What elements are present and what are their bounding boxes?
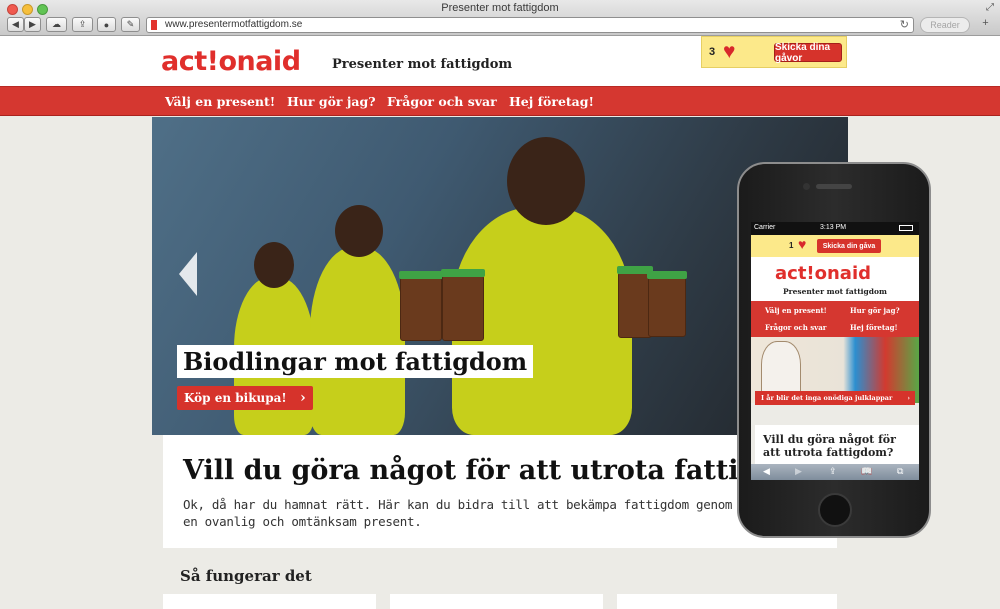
gift-cart: 3 ♥ Skicka dina gåvor (701, 36, 847, 68)
mobile-nav: Välj en present! Hur gör jag? Frågor och… (751, 301, 919, 337)
carrier-label: Carrier (754, 224, 776, 231)
site-header: act!onaid Presenter mot fattigdom 3 ♥ Sk… (0, 36, 1000, 86)
browser-toolbar: Presenter mot fattigdom ⤢ ◀ ▶ ☁ ⇪ ● ✎ ww… (0, 0, 1000, 36)
cart-count: 3 (709, 46, 716, 58)
intro-text: Ok, då har du hamnat rätt. Här kan du bi… (183, 497, 819, 529)
tools-button[interactable]: ✎ (121, 17, 140, 32)
honey-jar (647, 271, 687, 337)
step-card (163, 594, 376, 609)
step-card (390, 594, 603, 609)
nav-how-it-works[interactable]: Hur gör jag? (287, 94, 376, 109)
forward-button[interactable]: ▶ (24, 17, 41, 32)
nav-business[interactable]: Hej företag! (509, 94, 594, 109)
speaker-grille (816, 184, 852, 189)
phone-screen: Carrier 3:13 PM 1 ♥ Skicka din gåva act!… (751, 222, 919, 480)
share-icon: ⇪ (78, 19, 87, 29)
actionaid-logo[interactable]: act!onaid (161, 46, 301, 77)
intro-section: Vill du göra något för att utrota fattig… (163, 435, 839, 548)
mobile-page-heading: Vill du göra något för att utrota fattig… (763, 433, 896, 459)
top-sites-button[interactable]: ● (97, 17, 116, 32)
how-it-works-heading: Så fungerar det (180, 567, 312, 585)
buy-beehive-button[interactable]: Köp en bikupa! › (177, 386, 313, 410)
share-button[interactable]: ⇪ (72, 17, 93, 32)
mobile-intro-section: Vill du göra något för att utrota fattig… (755, 425, 919, 465)
mobile-safari-toolbar: ◀ ▶ ⇪ 📖 ⧉ (751, 464, 919, 480)
clock-label: 3:13 PM (820, 224, 847, 231)
heart-icon: ♥ (723, 40, 736, 63)
honey-jar (617, 266, 653, 338)
mobile-tagline: Presenter mot fattigdom (783, 287, 887, 296)
mobile-forward-icon[interactable]: ▶ (795, 466, 802, 477)
mobile-header: act!onaid Presenter mot fattigdom (751, 257, 919, 301)
mobile-cart-count: 1 (789, 241, 794, 250)
hero-person-head (254, 242, 294, 288)
mobile-hero: I år blir det inga onödiga julklappar › (751, 337, 919, 405)
buy-beehive-label: Köp en bikupa! (184, 391, 287, 405)
honey-jar (441, 269, 485, 341)
mobile-bookmarks-icon[interactable]: 📖 (861, 466, 872, 477)
honey-jar (399, 271, 443, 341)
mobile-back-icon[interactable]: ◀ (763, 466, 770, 477)
step-card (617, 594, 837, 609)
wrench-icon: ✎ (126, 19, 135, 29)
site-tagline: Presenter mot fattigdom (332, 57, 513, 72)
address-bar[interactable]: www.presentermotfattigdom.se ↻ (146, 17, 914, 33)
iphone-mockup: Carrier 3:13 PM 1 ♥ Skicka din gåva act!… (737, 162, 931, 538)
new-tab-icon[interactable]: + (977, 17, 994, 33)
mobile-nav-how-it-works[interactable]: Hur gör jag? (850, 306, 900, 315)
mobile-nav-choose-present[interactable]: Välj en present! (765, 306, 827, 315)
back-button[interactable]: ◀ (7, 17, 24, 32)
mobile-hero-button[interactable]: I år blir det inga onödiga julklappar › (755, 391, 915, 405)
forward-arrow-icon: ▶ (29, 19, 36, 29)
icloud-tabs-button[interactable]: ☁ (46, 17, 67, 32)
battery-icon (899, 225, 913, 231)
window-title: Presenter mot fattigdom (441, 2, 559, 14)
hero-person-head (507, 137, 585, 225)
previous-slide-arrow-icon[interactable] (179, 252, 197, 296)
hero-caption: Biodlingar mot fattigdom (177, 345, 534, 378)
mobile-nav-business[interactable]: Hej företag! (850, 323, 898, 332)
back-arrow-icon: ◀ (12, 19, 19, 29)
hero-person (310, 247, 405, 435)
reader-button[interactable]: Reader (920, 17, 970, 33)
mobile-send-gift-button[interactable]: Skicka din gåva (817, 239, 881, 253)
address-text: www.presentermotfattigdom.se (165, 19, 303, 30)
chevron-right-icon: › (907, 394, 910, 402)
mobile-tabs-icon[interactable]: ⧉ (897, 466, 903, 477)
hero-person-head (335, 205, 383, 257)
cloud-icon: ☁ (52, 19, 61, 29)
chevron-right-icon: › (300, 390, 306, 406)
nav-choose-present[interactable]: Välj en present! (165, 94, 275, 109)
mobile-actionaid-logo[interactable]: act!onaid (775, 263, 871, 284)
mobile-gift-cart: 1 ♥ Skicka din gåva (751, 235, 919, 257)
phone-status-bar: Carrier 3:13 PM (751, 222, 919, 235)
mobile-share-icon[interactable]: ⇪ (829, 466, 837, 477)
record-icon: ● (103, 19, 110, 30)
mobile-hero-button-label: I år blir det inga onödiga julklappar (761, 394, 893, 402)
mobile-nav-faq[interactable]: Frågor och svar (765, 323, 826, 332)
favicon-icon (151, 20, 157, 30)
heart-icon: ♥ (798, 236, 807, 252)
reload-icon[interactable]: ↻ (900, 18, 909, 32)
main-nav: Välj en present! Hur gör jag? Frågor och… (0, 86, 1000, 116)
send-gifts-button[interactable]: Skicka dina gåvor (774, 42, 842, 64)
nav-faq[interactable]: Frågor och svar (387, 94, 497, 109)
fullscreen-icon[interactable]: ⤢ (986, 2, 994, 13)
camera-icon (803, 183, 810, 190)
home-button[interactable] (818, 493, 852, 527)
